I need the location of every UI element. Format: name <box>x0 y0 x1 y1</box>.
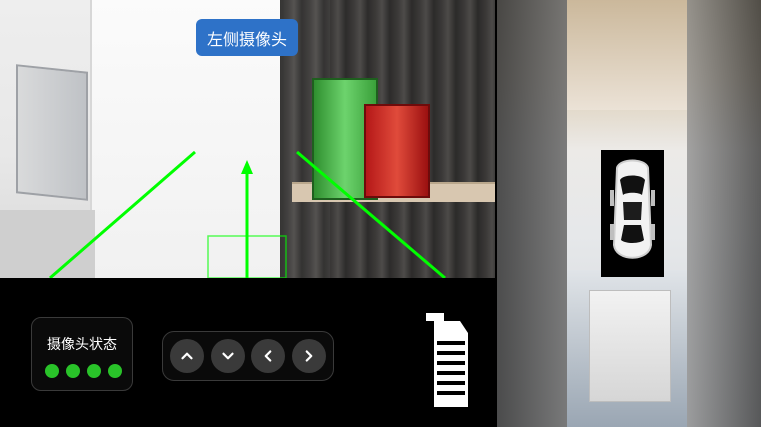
guide-line-left <box>49 150 196 278</box>
chevron-right-icon <box>305 350 313 362</box>
status-dot-4 <box>108 364 122 378</box>
camera-nav-panel <box>162 331 334 381</box>
top-down-car-icon <box>601 150 664 277</box>
right-view-ceiling <box>567 0 687 110</box>
right-view-right-wall <box>687 0 761 427</box>
status-dot-2 <box>66 364 80 378</box>
vehicle-side-indicator-icon[interactable] <box>420 311 472 409</box>
camera-status-title: 摄像头状态 <box>47 337 117 353</box>
nav-up-button[interactable] <box>169 339 204 373</box>
guide-arrow-icon <box>241 160 253 174</box>
nav-left-button[interactable] <box>251 339 286 373</box>
nav-right-button[interactable] <box>292 339 327 373</box>
camera-status-panel: 摄像头状态 <box>31 317 133 391</box>
status-dot-3 <box>87 364 101 378</box>
chevron-up-icon <box>181 352 193 360</box>
right-view-left-wall <box>497 0 567 427</box>
top-down-car-view <box>601 150 664 277</box>
camera-status-dots <box>45 364 122 378</box>
left-camera-title-text: 左侧摄像头 <box>206 29 287 49</box>
chevron-left-icon <box>265 350 272 362</box>
chevron-down-icon <box>221 352 234 360</box>
nav-down-button[interactable] <box>210 339 245 373</box>
guide-line-right <box>296 150 446 278</box>
right-view-desk <box>589 290 671 402</box>
left-camera-title: 左侧摄像头 <box>196 19 298 56</box>
status-dot-1 <box>45 364 59 378</box>
